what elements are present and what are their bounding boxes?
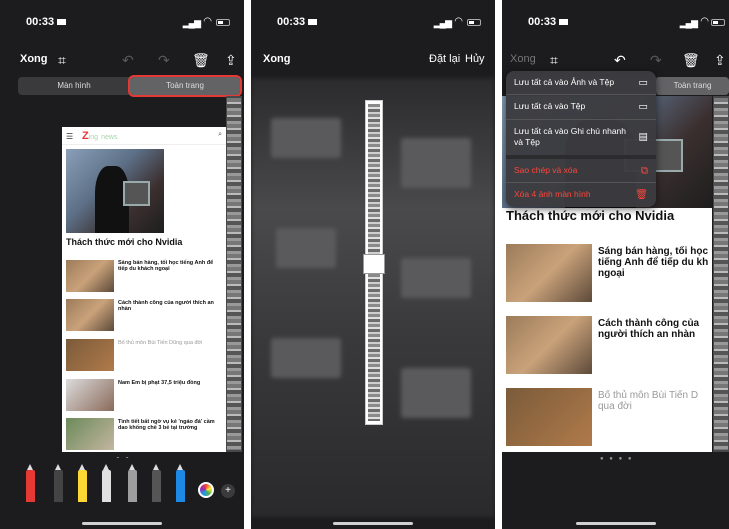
reset-button[interactable]: Đặt lại bbox=[429, 53, 460, 65]
home-indicator bbox=[333, 522, 413, 525]
editor-toolbar: Xong ⌗ ↶ ↷ 🗑 ⇪ bbox=[0, 50, 244, 72]
article-title[interactable]: Tình tiết bất ngờ vụ kẻ 'ngáo đá' cầm da… bbox=[118, 419, 222, 431]
screenshot-done-menu: 00:33 ▂▄▆ ◠ Xong ⌗ ↶ ↷ 🗑 ⇪ Toàn trang Th… bbox=[502, 0, 729, 529]
done-button[interactable]: Xong bbox=[510, 53, 536, 65]
wifi-icon: ◠ bbox=[700, 16, 709, 27]
menu-item-save-files[interactable]: Lưu tất cả vào Tệp ▭ bbox=[506, 95, 656, 120]
redo-icon[interactable]: ↷ bbox=[158, 52, 170, 69]
capture-mode-segment: Màn hình Toàn trang bbox=[18, 75, 242, 97]
screenshot-crop-view: 00:33 ▂▄▆ ◠ Xong Đặt lại Hủy bbox=[251, 0, 495, 529]
article-title[interactable]: Bố thủ môn Bùi Tiến D qua đời bbox=[598, 390, 710, 412]
screenshot-editor-fullpage: 00:33 ▂▄▆ ◠ Xong ⌗ ↶ ↷ 🗑 ⇪ Màn hình Toàn… bbox=[0, 0, 244, 529]
highlighter-tool[interactable] bbox=[78, 464, 87, 502]
article-title[interactable]: Cách thành công của người thích an nhàn bbox=[118, 300, 222, 312]
status-bar: 00:33 ▂▄▆ ◠ bbox=[251, 0, 495, 40]
article-title[interactable]: Cách thành công của người thích an nhàn bbox=[598, 318, 710, 340]
menu-icon: ☰ bbox=[66, 132, 74, 141]
folder-icon: ▭ bbox=[638, 76, 648, 88]
screen-record-icon bbox=[57, 19, 67, 26]
signal-icon: ▂▄▆ bbox=[182, 18, 201, 28]
article-thumb bbox=[506, 244, 592, 302]
add-icon[interactable]: + bbox=[221, 484, 235, 498]
page-preview: ☰ Zing news ⌕ Thách thức mới cho Nvidia … bbox=[62, 127, 226, 452]
pencil-tool[interactable] bbox=[176, 464, 185, 502]
wifi-icon: ◠ bbox=[203, 16, 212, 27]
tab-full-page[interactable]: Toàn trang bbox=[656, 77, 729, 95]
menu-item-save-quick-note[interactable]: Lưu tất cả vào Ghi chú nhanh và Tệp ▤ bbox=[506, 120, 656, 159]
note-icon: ▤ bbox=[638, 131, 648, 143]
screen-record-icon bbox=[308, 19, 318, 26]
wifi-icon: ◠ bbox=[454, 16, 463, 27]
home-indicator bbox=[576, 522, 656, 525]
done-button[interactable]: Xong bbox=[20, 53, 48, 65]
done-menu: Lưu tất cả vào Ảnh và Tệp ▭ Lưu tất cả và… bbox=[506, 71, 656, 207]
status-time: 00:33 bbox=[26, 16, 55, 28]
status-time: 00:33 bbox=[277, 16, 306, 28]
pen-tool[interactable] bbox=[26, 464, 35, 502]
tab-full-page[interactable]: Toàn trang bbox=[128, 75, 242, 97]
headline: Thách thức mới cho Nvidia bbox=[66, 237, 183, 247]
undo-icon[interactable]: ↶ bbox=[614, 52, 626, 69]
page-scrubber[interactable] bbox=[226, 96, 242, 452]
page-scrubber[interactable] bbox=[713, 96, 729, 452]
article-thumb bbox=[506, 388, 592, 446]
site-logo: Zing news bbox=[82, 130, 118, 142]
tab-screen[interactable]: Màn hình bbox=[18, 77, 130, 95]
article-thumb bbox=[66, 260, 114, 292]
undo-icon[interactable]: ↶ bbox=[122, 52, 134, 69]
search-icon: ⌕ bbox=[218, 131, 222, 138]
share-icon[interactable]: ⇪ bbox=[225, 52, 237, 69]
battery-icon bbox=[711, 19, 725, 26]
lasso-tool[interactable] bbox=[128, 464, 137, 502]
article-title[interactable]: Nam Em bị phạt 37,5 triệu đồng bbox=[118, 380, 222, 386]
crop-handle[interactable] bbox=[363, 254, 385, 274]
share-icon[interactable]: ⇪ bbox=[714, 52, 726, 69]
copy-delete-icon: ⧉ bbox=[640, 164, 648, 176]
crop-icon[interactable]: ⌗ bbox=[58, 52, 66, 69]
hero-image bbox=[66, 149, 164, 233]
page-dots: ● ● ● ● bbox=[600, 456, 634, 462]
markup-tools: + bbox=[0, 458, 244, 518]
signal-icon: ▂▄▆ bbox=[433, 18, 452, 28]
color-picker[interactable] bbox=[198, 482, 214, 498]
article-title[interactable]: Sáng bán hàng, tối học tiếng Anh để tiếp… bbox=[118, 260, 222, 272]
article-thumb bbox=[66, 339, 114, 371]
trash-icon[interactable]: 🗑 bbox=[682, 52, 700, 69]
article-thumb bbox=[66, 418, 114, 450]
crop-toolbar: Xong Đặt lại Hủy bbox=[251, 50, 495, 72]
cancel-button[interactable]: Hủy bbox=[465, 53, 485, 65]
article-thumb bbox=[66, 379, 114, 411]
editor-toolbar: Xong ⌗ ↶ ↷ 🗑 ⇪ bbox=[502, 50, 729, 72]
article-title[interactable]: Sáng bán hàng, tối học tiếng Anh để tiếp… bbox=[598, 246, 710, 279]
status-bar: 00:33 ▂▄▆ ◠ bbox=[0, 0, 244, 40]
signal-icon: ▂▄▆ bbox=[679, 18, 698, 28]
folder-icon: ▭ bbox=[638, 101, 648, 113]
done-button[interactable]: Xong bbox=[263, 53, 291, 65]
article-thumb bbox=[66, 299, 114, 331]
menu-item-delete-screenshots[interactable]: Xóa 4 ảnh màn hình 🗑 bbox=[506, 183, 656, 206]
headline: Thách thức mới cho Nvidia bbox=[506, 208, 675, 223]
screen-record-icon bbox=[559, 19, 569, 26]
trash-icon: 🗑 bbox=[635, 189, 648, 201]
ruler-tool[interactable] bbox=[152, 464, 161, 502]
status-bar: 00:33 ▂▄▆ ◠ bbox=[502, 0, 729, 40]
status-time: 00:33 bbox=[528, 16, 557, 28]
site-header: ☰ Zing news ⌕ bbox=[62, 127, 226, 145]
article-thumb bbox=[506, 316, 592, 374]
trash-icon[interactable]: 🗑 bbox=[192, 52, 210, 69]
redo-icon[interactable]: ↷ bbox=[650, 52, 662, 69]
menu-item-save-photos-files[interactable]: Lưu tất cả vào Ảnh và Tệp ▭ bbox=[506, 71, 656, 96]
menu-item-copy-delete[interactable]: Sao chép và xóa ⧉ bbox=[506, 159, 656, 184]
battery-icon bbox=[467, 19, 481, 26]
battery-icon bbox=[216, 19, 230, 26]
eraser-tool[interactable] bbox=[102, 464, 111, 502]
marker-tool[interactable] bbox=[54, 464, 63, 502]
article-title[interactable]: Bố thủ môn Bùi Tiến Dũng qua đời bbox=[118, 340, 222, 346]
crop-icon[interactable]: ⌗ bbox=[550, 52, 558, 69]
home-indicator bbox=[82, 522, 162, 525]
